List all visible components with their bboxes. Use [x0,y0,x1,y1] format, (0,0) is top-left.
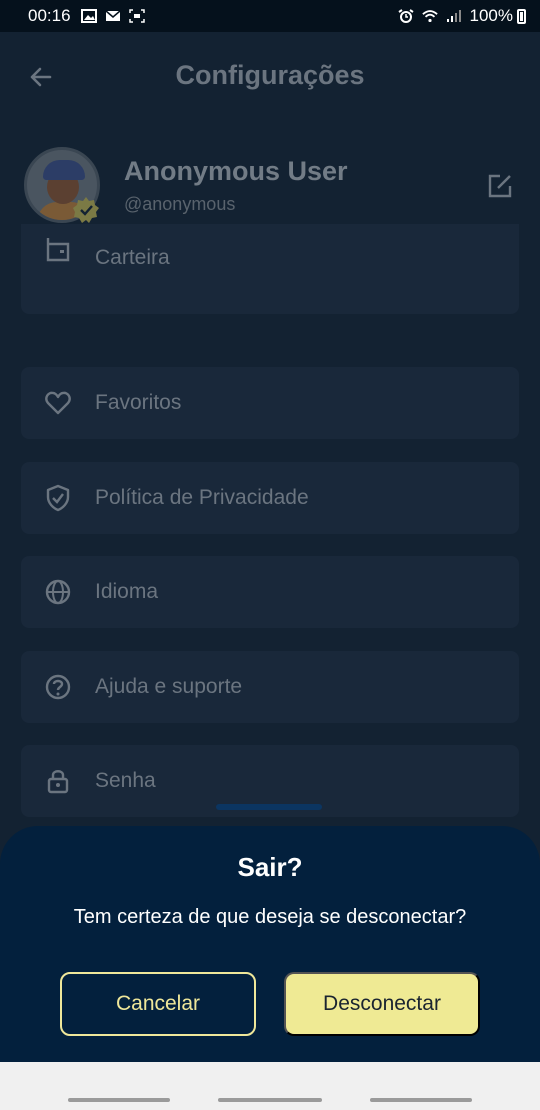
profile-header: Anonymous User @anonymous [0,144,540,234]
status-right-icons: 100% [397,6,526,26]
edit-icon[interactable] [486,172,514,200]
globe-icon [45,579,71,605]
app-bar: Configurações [0,32,540,122]
cancel-button[interactable]: Cancelar [60,972,256,1036]
image-icon [80,9,97,23]
mail-icon [105,10,121,21]
menu-item-language[interactable]: Idioma [21,556,519,628]
profile-name: Anonymous User [124,156,348,186]
menu-item-label: Carteira [95,246,170,269]
logout-button[interactable]: Desconectar [284,972,480,1036]
status-left-icons [80,9,145,23]
battery-percent: 100% [469,6,513,25]
menu-item-label: Senha [95,769,156,792]
menu-item-privacy-policy[interactable]: Política de Privacidade [21,462,519,534]
menu-item-label: Ajuda e suporte [95,675,243,698]
profile-handle: @anonymous [124,194,236,214]
dialog-message: Tem certeza de que deseja se desconectar… [73,906,467,928]
menu-item-wallet[interactable]: Carteira [21,224,519,314]
menu-item-label: Idioma [95,580,159,603]
battery-indicator: 100% [470,6,526,26]
system-nav-bar [0,1062,540,1110]
sheet-drag-handle[interactable] [216,804,322,810]
status-time: 00:16 [28,6,71,25]
nav-back[interactable] [370,1098,472,1102]
logout-dialog: Sair? Tem certeza de que deseja se desco… [0,826,540,1062]
heart-icon [45,391,71,415]
nav-home[interactable] [218,1098,322,1102]
nav-recents[interactable] [68,1098,170,1102]
menu-item-label: Política de Privacidade [95,486,309,509]
menu-item-help-support[interactable]: Ajuda e suporte [21,651,519,723]
battery-icon [517,8,526,24]
dialog-title: Sair? [237,852,303,882]
menu-item-favorites[interactable]: Favoritos [21,367,519,439]
lock-icon [47,770,69,794]
wallet-icon [46,238,70,262]
alarm-icon [397,9,414,23]
signal-icon [446,10,461,22]
screenshot-icon [128,9,145,23]
page-title: Configurações [175,60,365,90]
help-circle-icon [45,674,71,700]
wifi-icon [421,10,438,23]
shield-check-icon [46,484,70,512]
menu-item-label: Favoritos [95,391,182,414]
status-bar: 00:16 100% [0,0,540,32]
verified-badge-icon [73,197,99,223]
